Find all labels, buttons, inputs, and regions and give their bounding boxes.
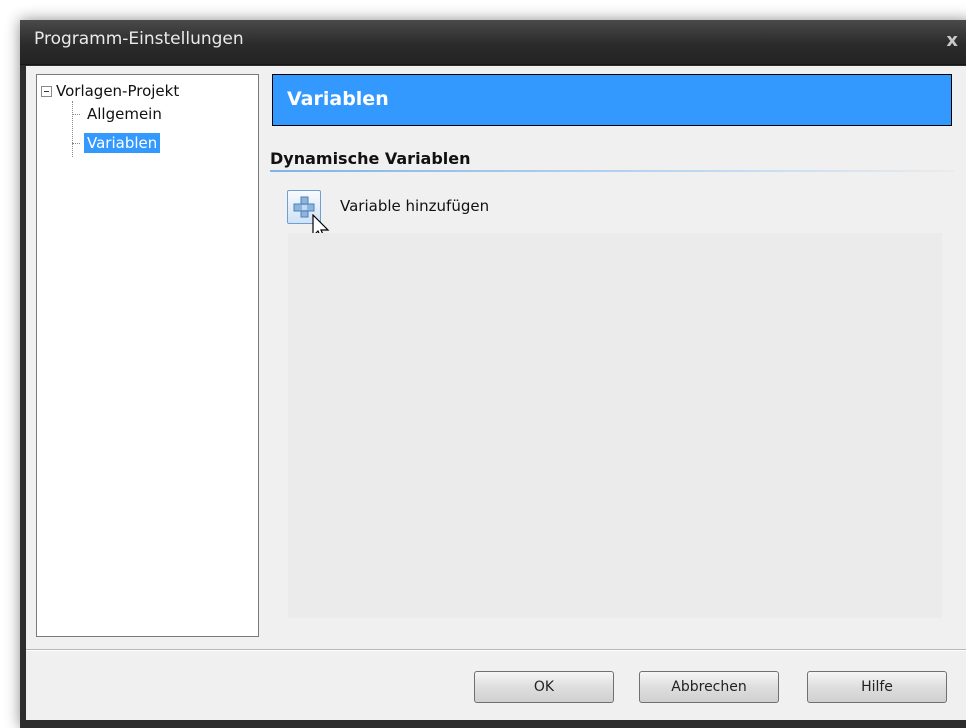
add-variable-label[interactable]: Variable hinzufügen (340, 197, 489, 215)
tree-item-variablen[interactable]: Variablen (72, 132, 161, 154)
tree-branch-line (72, 142, 80, 144)
close-icon[interactable]: x (946, 30, 958, 51)
plus-icon (293, 196, 315, 218)
dialog-body: Vorlagen-Projekt Allgemein Variablen Var… (26, 66, 966, 720)
collapse-icon[interactable] (41, 85, 52, 97)
variables-list (288, 233, 942, 618)
tree-item-label: Variablen (84, 133, 161, 153)
section-divider (270, 170, 954, 172)
panel-header: Variablen (272, 74, 952, 126)
help-button[interactable]: Hilfe (807, 671, 947, 703)
title-bar[interactable]: Programm-Einstellungen x (20, 20, 966, 65)
settings-dialog: Programm-Einstellungen x Vorlagen-Projek… (20, 20, 966, 728)
panel-title: Variablen (287, 88, 389, 110)
settings-tree: Vorlagen-Projekt Allgemein Variablen (36, 74, 259, 637)
tree-item-label: Allgemein (87, 105, 162, 123)
tree-branch-line (72, 113, 80, 115)
tree-item-vorlagen-projekt[interactable]: Vorlagen-Projekt (41, 81, 179, 101)
add-variable-button[interactable] (287, 190, 321, 224)
footer-divider (26, 649, 966, 651)
window-title: Programm-Einstellungen (34, 29, 244, 49)
tree-root-label: Vorlagen-Projekt (56, 82, 180, 100)
ok-button[interactable]: OK (474, 671, 614, 703)
cancel-button[interactable]: Abbrechen (639, 671, 779, 703)
tree-item-allgemein[interactable]: Allgemein (72, 103, 165, 125)
section-title: Dynamische Variablen (270, 149, 471, 168)
